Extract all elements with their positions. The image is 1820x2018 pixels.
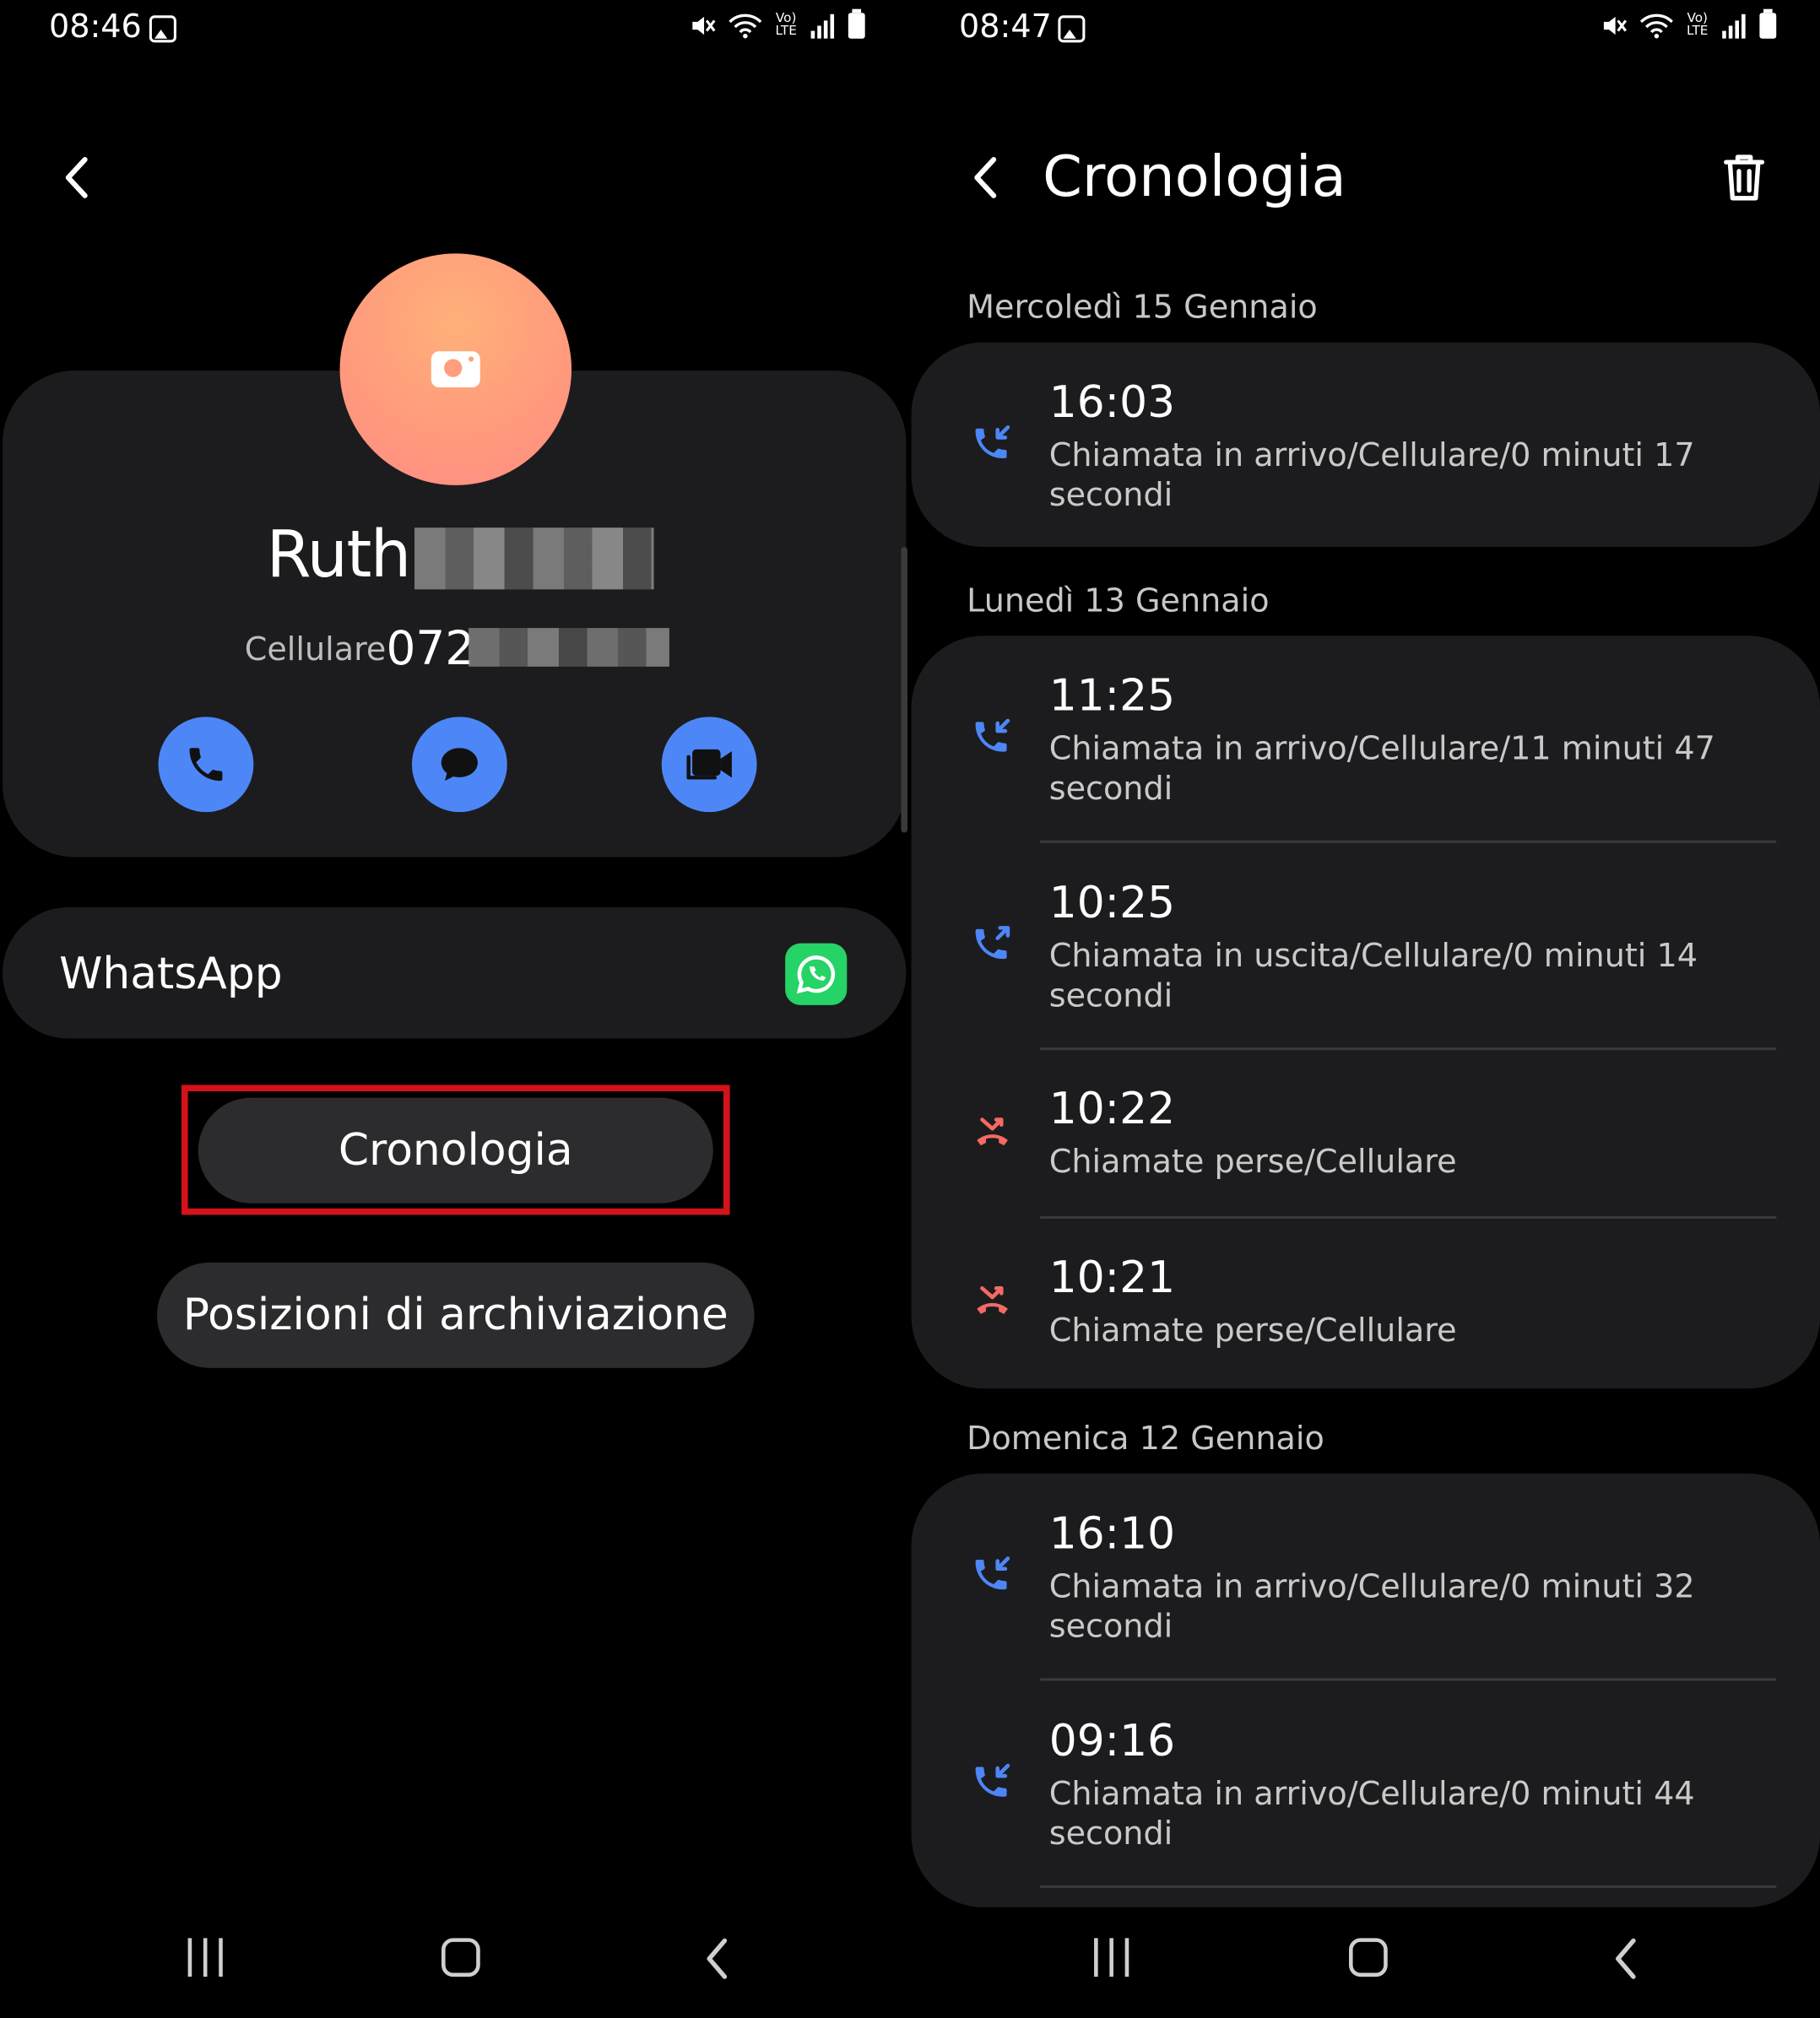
back-icon (65, 157, 88, 198)
call-time: 10:25 (1048, 877, 1176, 929)
message-icon (441, 748, 478, 782)
screenshot-stage: 08:46 Vo) LTE Ruth Cellulare 072 WhatsAp… (0, 0, 1820, 2018)
storage-locations-button[interactable]: Posizioni di archiviazione (157, 1262, 755, 1368)
call-history-screen: 08:47 Vo) LTE Cronologia Mercoledì 15 Gen… (908, 0, 1820, 2018)
contact-detail-screen: 08:46 Vo) LTE Ruth Cellulare 072 WhatsAp… (0, 0, 909, 2018)
call-description: Chiamate perse/Cellulare (1048, 1143, 1457, 1181)
image-icon (1058, 15, 1086, 43)
whatsapp-icon[interactable] (785, 943, 848, 1005)
call-button[interactable] (158, 717, 254, 813)
volte-icon: Vo) LTE (775, 11, 797, 39)
call-time: 09:16 (1048, 1715, 1176, 1767)
signal-icon (810, 14, 835, 39)
camera-icon (431, 351, 480, 387)
call-time: 16:10 (1048, 1508, 1176, 1561)
call-description: Chiamata in arrivo/Cellulare/0 minuti 32… (1048, 1567, 1695, 1645)
status-icons: Vo) LTE (1601, 8, 1777, 39)
date-header: Domenica 12 Gennaio (967, 1419, 1324, 1458)
call-time: 10:21 (1048, 1252, 1176, 1304)
call-time: 11:25 (1048, 670, 1176, 722)
battery-icon (1759, 8, 1777, 39)
navigation-bar (909, 1902, 1820, 2018)
incoming-call-icon (971, 716, 1015, 760)
status-bar: 08:46 Vo) LTE (0, 0, 909, 59)
call-description: Chiamate perse/Cellulare (1048, 1311, 1457, 1349)
date-header: Lunedì 13 Gennaio (967, 582, 1270, 619)
call-time: 10:22 (1048, 1083, 1176, 1135)
image-icon (149, 15, 176, 43)
missed-call-icon (971, 1278, 1015, 1322)
scrollbar[interactable] (901, 547, 907, 833)
recent-apps-icon[interactable] (1094, 1938, 1129, 1977)
home-icon[interactable] (441, 1938, 480, 1977)
history-entry[interactable]: 10:21 Chiamate perse/Cellulare (912, 1219, 1820, 1388)
call-time: 16:03 (1048, 376, 1176, 429)
incoming-call-icon (971, 1761, 1015, 1804)
outgoing-call-icon (971, 922, 1015, 966)
mute-icon (1604, 16, 1628, 35)
whatsapp-label: WhatsApp (59, 948, 283, 1000)
history-button[interactable]: Cronologia (198, 1097, 713, 1204)
status-bar: 08:47 Vo) LTE (909, 0, 1820, 59)
signal-icon (1722, 14, 1746, 39)
status-icons: Vo) LTE (691, 8, 865, 39)
message-button[interactable] (411, 717, 507, 813)
status-time: 08:47 (958, 8, 1052, 46)
missed-call-icon (971, 1109, 1015, 1153)
redacted-phone-digits (469, 628, 669, 667)
trash-icon (1724, 154, 1765, 201)
history-entry[interactable]: 10:22 Chiamate perse/Cellulare (912, 1050, 1820, 1219)
history-entry[interactable]: 09:16 Chiamata in arrivo/Cellulare/0 minu… (912, 1680, 1820, 1887)
history-group-card: 11:25 Chiamata in arrivo/Cellulare/11 min… (911, 636, 1820, 1389)
avatar[interactable] (339, 253, 572, 485)
call-description: Chiamata in arrivo/Cellulare/0 minuti 17… (1048, 436, 1695, 514)
history-entry[interactable]: 16:10 Chiamata in arrivo/Cellulare/0 minu… (912, 1474, 1820, 1680)
history-entry[interactable]: 10:25 Chiamata in uscita/Cellulare/0 minu… (912, 843, 1820, 1050)
redacted-surname (414, 527, 654, 590)
date-header: Mercoledì 15 Gennaio (967, 288, 1318, 326)
call-description: Chiamata in arrivo/Cellulare/0 minuti 44… (1048, 1774, 1695, 1853)
history-entry[interactable]: 16:03 Chiamata in arrivo/Cellulare/0 minu… (912, 343, 1820, 549)
page-title: Cronologia (1043, 143, 1346, 210)
incoming-call-icon (971, 1553, 1015, 1597)
back-button[interactable] (49, 149, 106, 206)
history-entry[interactable]: 11:25 Chiamata in arrivo/Cellulare/11 min… (912, 636, 1820, 842)
recent-apps-icon[interactable] (187, 1938, 223, 1977)
divider (1040, 1885, 1777, 1888)
navigation-bar (0, 1902, 909, 2018)
call-description: Chiamata in uscita/Cellulare/0 minuti 14… (1048, 937, 1698, 1014)
nav-back-icon[interactable] (1611, 1935, 1640, 1987)
phone-icon (189, 748, 223, 782)
wifi-icon (729, 14, 762, 39)
video-icon (686, 749, 732, 780)
mute-icon (692, 16, 717, 35)
wifi-icon (1640, 14, 1674, 39)
nav-back-icon[interactable] (703, 1935, 732, 1987)
home-icon[interactable] (1348, 1938, 1388, 1977)
video-call-button[interactable] (661, 717, 757, 813)
back-button[interactable] (957, 149, 1014, 206)
phone-type-label: Cellulare (244, 630, 387, 668)
call-description: Chiamata in arrivo/Cellulare/11 minuti 4… (1048, 729, 1715, 808)
history-group-card: 16:10 Chiamata in arrivo/Cellulare/0 minu… (911, 1473, 1820, 1907)
back-icon (974, 157, 997, 198)
phone-number: 072 (386, 623, 475, 676)
delete-button[interactable] (1722, 152, 1766, 203)
incoming-call-icon (971, 422, 1015, 466)
history-group-card: 16:03 Chiamata in arrivo/Cellulare/0 minu… (911, 342, 1820, 549)
battery-icon (848, 8, 865, 39)
status-time: 08:46 (48, 8, 142, 46)
volte-icon: Vo) LTE (1687, 11, 1709, 39)
contact-name: Ruth (266, 517, 412, 592)
whatsapp-row[interactable]: WhatsApp (3, 906, 907, 1039)
